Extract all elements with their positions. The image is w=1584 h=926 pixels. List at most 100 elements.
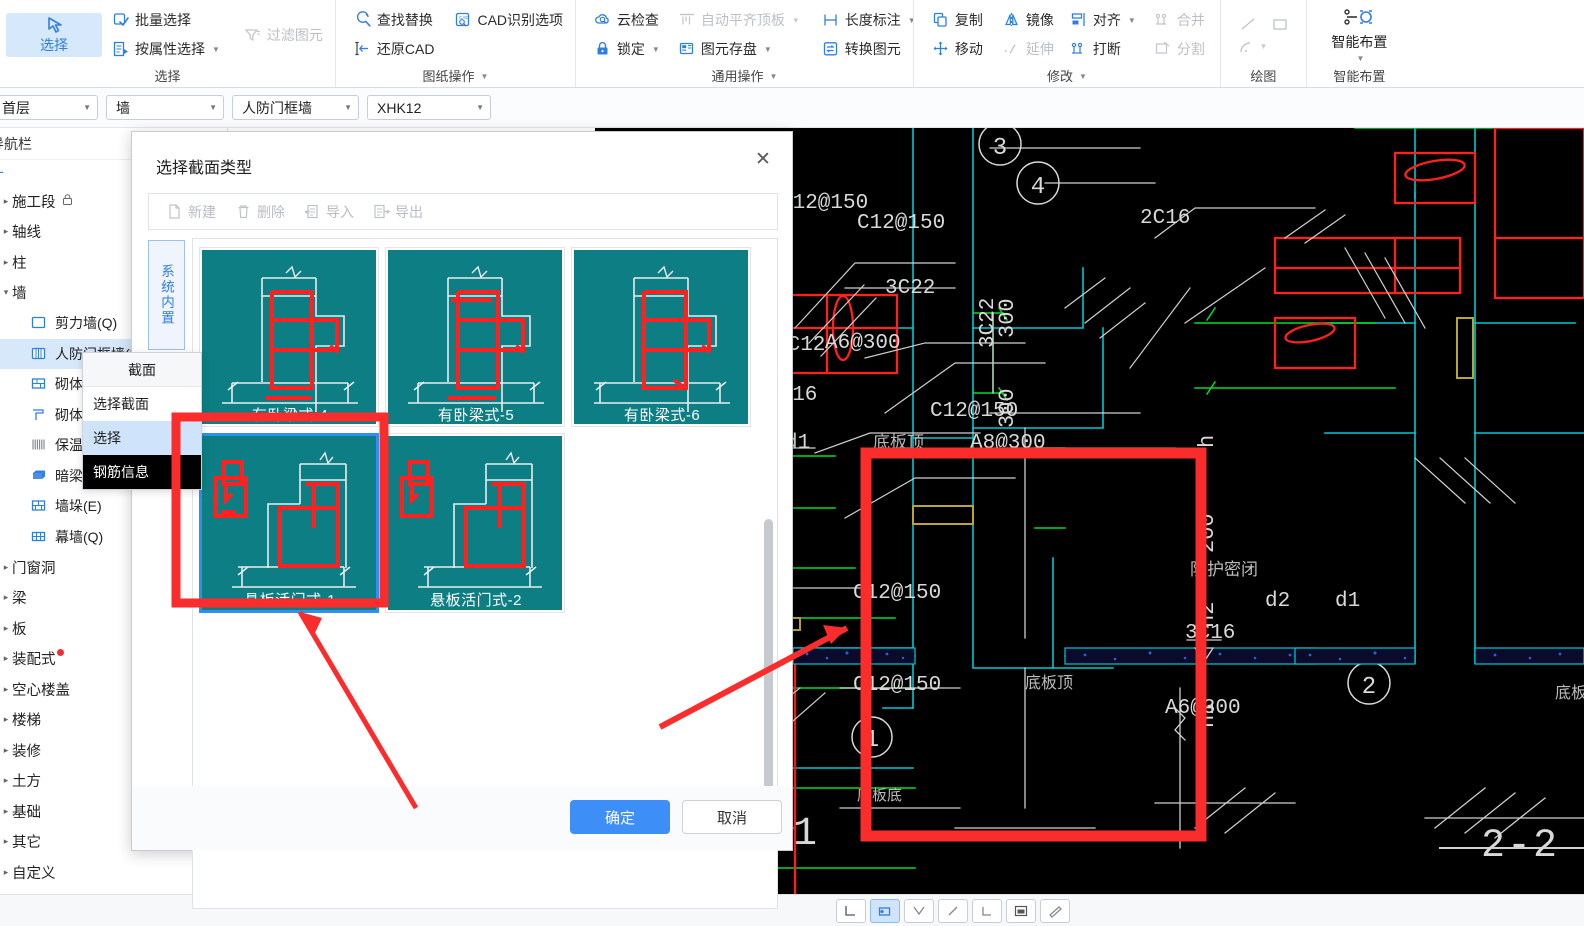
chevron-right-icon[interactable]: ▸ (0, 623, 12, 634)
chevron-down-icon[interactable]: ▼ (652, 45, 660, 54)
line-icon[interactable] (1238, 14, 1256, 32)
chevron-down-icon: ▼ (476, 103, 484, 112)
new-button[interactable]: 新建 (159, 199, 223, 225)
chevron-down-icon[interactable]: ▾ (0, 287, 12, 298)
chevron-right-icon[interactable]: ▸ (0, 562, 12, 573)
ribbon-item-filter-element[interactable]: 过滤图元 (238, 22, 329, 48)
ribbon-item-label: 长度标注 (844, 12, 901, 28)
ribbon-item-label: 图元存盘 (700, 41, 757, 57)
svg-text:C12@150: C12@150 (853, 674, 941, 697)
chevron-right-icon[interactable]: ▸ (0, 592, 12, 603)
ribbon-item-label: 复制 (954, 12, 983, 28)
find-replace-icon (354, 11, 372, 29)
section-thumbnail-label: 有卧梁式-5 (438, 407, 514, 424)
ortho-icon[interactable] (836, 898, 866, 923)
cad-recognize-icon: CAD (454, 11, 472, 29)
chevron-down-icon[interactable]: ▼ (1356, 54, 1364, 63)
ribbon-item-restore-cad[interactable]: 还原CAD (348, 36, 441, 62)
chevron-down-icon[interactable]: ▼ (1079, 67, 1087, 87)
confirm-button[interactable]: 确定 (570, 800, 670, 834)
ribbon-group-title: 智能布置 (1333, 69, 1386, 84)
ribbon-item-move[interactable]: 移动 (926, 36, 989, 62)
select-by-attribute-icon (112, 40, 130, 58)
ribbon-item-label: 锁定 (616, 41, 645, 57)
split-icon (1154, 40, 1172, 58)
ribbon-item-align[interactable]: 对齐 ▼ (1064, 7, 1142, 33)
export-button[interactable]: 导出 (366, 199, 430, 225)
ribbon-item-extend[interactable]: 延伸 (997, 36, 1060, 62)
ribbon-item-find-replace[interactable]: 查找替换 (348, 7, 441, 33)
section-card-beam6[interactable]: 有卧梁式-6 (571, 247, 751, 427)
ribbon-item-cad-recognize-options[interactable]: CAD CAD识别选项 (448, 7, 569, 33)
section-card-door2[interactable]: 悬板活门式-2 (385, 433, 565, 613)
rectangle-icon[interactable] (1270, 14, 1288, 32)
context-menu-item-select[interactable]: 选择 (83, 421, 201, 455)
snap-icon[interactable] (938, 898, 968, 923)
floor-select[interactable]: 首层 ▼ (0, 95, 98, 120)
section-thumbnail: 有卧梁式-5 (388, 250, 562, 424)
ribbon-item-cloud-check[interactable]: 云检查 (588, 7, 666, 33)
arc-icon[interactable] (1237, 38, 1255, 56)
ribbon-item-split[interactable]: 分割 (1148, 36, 1211, 62)
grid-scrollbar[interactable] (764, 519, 773, 809)
chevron-right-icon[interactable]: ▸ (0, 196, 12, 207)
section-card-beam5[interactable]: 有卧梁式-5 (385, 247, 565, 427)
ribbon-item-auto-align-top[interactable]: 自动平齐顶板 ▼ (672, 7, 806, 33)
restore-cad-icon (354, 40, 372, 58)
chevron-right-icon[interactable]: ▸ (0, 867, 12, 878)
ribbon-button-select[interactable]: 选择 (6, 12, 102, 57)
floor-select-value: 首层 (2, 99, 30, 116)
ribbon-item-length-dimension[interactable]: 长度标注 ▼ (816, 7, 922, 33)
ribbon-item-convert-element[interactable]: 转换图元 (816, 36, 922, 62)
chevron-down-icon[interactable]: ▼ (769, 67, 777, 87)
context-menu-header: 截面 (83, 353, 201, 387)
ribbon-item-mirror[interactable]: 镜像 (997, 7, 1060, 33)
chevron-down-icon[interactable]: ▼ (212, 45, 220, 54)
type-select[interactable]: 人防门框墙 ▼ (232, 95, 359, 120)
import-button[interactable]: 导入 (297, 199, 361, 225)
chevron-down-icon[interactable]: ▼ (792, 16, 800, 25)
member-select[interactable]: XHK12 ▼ (367, 95, 491, 120)
chevron-right-icon[interactable]: ▸ (0, 684, 12, 695)
ribbon-item-batch-select[interactable]: 批量选择 (106, 7, 226, 33)
measure-icon[interactable] (1040, 898, 1070, 923)
svg-text:2: 2 (1362, 674, 1376, 701)
lock-icon (594, 40, 612, 58)
category-select[interactable]: 墙 ▼ (106, 95, 224, 120)
new-badge-icon (56, 649, 64, 657)
chevron-right-icon[interactable]: ▸ (0, 257, 12, 268)
ribbon-item-merge[interactable]: 合并 (1148, 7, 1211, 33)
angle-icon[interactable] (904, 898, 934, 923)
ribbon-item-copy[interactable]: 复制 (926, 7, 989, 33)
ribbon-item-lock[interactable]: 锁定 ▼ (588, 36, 666, 62)
cancel-button[interactable]: 取消 (682, 800, 782, 834)
ribbon-item-break[interactable]: 打断 (1064, 36, 1142, 62)
delete-button[interactable]: 删除 (228, 199, 292, 225)
section-card-beam4[interactable]: 有卧梁式-4 (199, 247, 379, 427)
chevron-right-icon[interactable]: ▸ (0, 714, 12, 725)
ribbon-item-element-save[interactable]: 图元存盘 ▼ (672, 36, 806, 62)
chevron-right-icon[interactable]: ▸ (0, 836, 12, 847)
tab-system-builtin[interactable]: 系统内置 (148, 240, 185, 350)
chevron-down-icon[interactable]: ▼ (1128, 16, 1136, 25)
chevron-right-icon[interactable]: ▸ (0, 745, 12, 756)
chevron-down-icon[interactable]: ▼ (1259, 42, 1267, 51)
grid-icon[interactable] (1006, 898, 1036, 923)
chevron-right-icon[interactable]: ▸ (0, 775, 12, 786)
chevron-right-icon[interactable]: ▸ (0, 806, 12, 817)
ribbon-item-select-by-attribute[interactable]: 按属性选择 ▼ (106, 36, 226, 62)
chevron-right-icon[interactable]: ▸ (0, 226, 12, 237)
point-icon[interactable] (972, 898, 1002, 923)
chevron-down-icon[interactable]: ▼ (480, 67, 488, 87)
chevron-down-icon[interactable]: ▼ (764, 45, 772, 54)
context-menu-item-rebar-info[interactable]: 钢筋信息 (83, 455, 201, 489)
convert-element-icon (822, 40, 840, 58)
context-menu-item-select-section[interactable]: 选择截面 (83, 387, 201, 421)
auto-align-top-icon (678, 11, 696, 29)
polar-icon[interactable] (870, 898, 900, 923)
chevron-right-icon[interactable]: ▸ (0, 653, 12, 664)
section-card-door1[interactable]: 悬板活门式-1 (199, 433, 379, 613)
ribbon-group-title: 通用操作 ▼ (582, 67, 907, 87)
close-icon[interactable]: ✕ (746, 144, 780, 174)
ribbon-button-smart-layout[interactable]: 智能布置 ▼ (1313, 4, 1406, 65)
